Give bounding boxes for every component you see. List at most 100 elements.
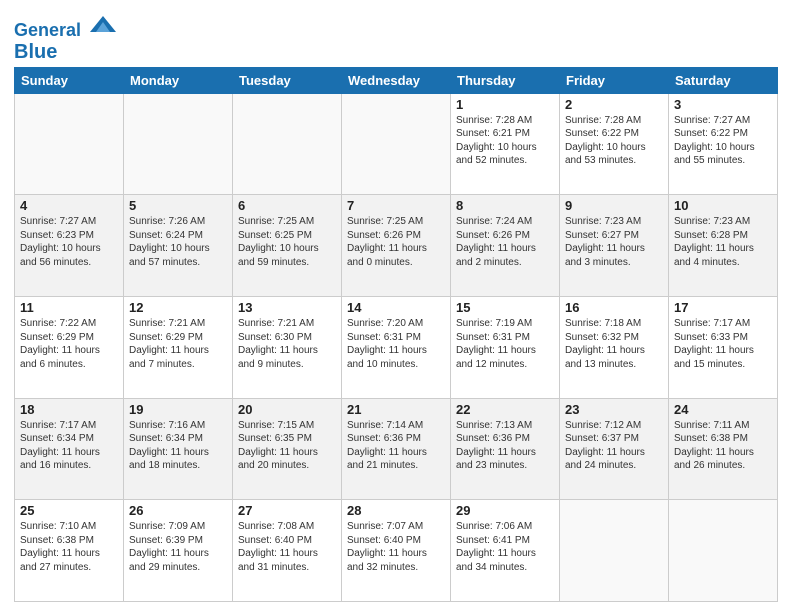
day-number: 5: [129, 198, 227, 213]
day-number: 10: [674, 198, 772, 213]
calendar-week-1: 1 Sunrise: 7:28 AM Sunset: 6:21 PM Daylig…: [15, 93, 778, 195]
page: General Blue SundayMondayTuesdayWednesda…: [0, 0, 792, 612]
header: General Blue: [14, 10, 778, 63]
calendar-header-saturday: Saturday: [669, 67, 778, 93]
day-info: Sunrise: 7:21 AM Sunset: 6:30 PM Dayligh…: [238, 317, 336, 371]
calendar-cell: [560, 500, 669, 602]
calendar-cell: 21 Sunrise: 7:14 AM Sunset: 6:36 PM Dayli…: [342, 398, 451, 500]
day-info: Sunrise: 7:14 AM Sunset: 6:36 PM Dayligh…: [347, 419, 445, 473]
day-info: Sunrise: 7:23 AM Sunset: 6:28 PM Dayligh…: [674, 215, 772, 269]
day-info: Sunrise: 7:12 AM Sunset: 6:37 PM Dayligh…: [565, 419, 663, 473]
calendar-header-wednesday: Wednesday: [342, 67, 451, 93]
calendar-header-tuesday: Tuesday: [233, 67, 342, 93]
day-number: 26: [129, 503, 227, 518]
day-info: Sunrise: 7:22 AM Sunset: 6:29 PM Dayligh…: [20, 317, 118, 371]
calendar-header-monday: Monday: [124, 67, 233, 93]
logo-icon: [88, 12, 118, 36]
day-info: Sunrise: 7:25 AM Sunset: 6:25 PM Dayligh…: [238, 215, 336, 269]
day-number: 24: [674, 402, 772, 417]
day-number: 1: [456, 97, 554, 112]
calendar-header-friday: Friday: [560, 67, 669, 93]
logo-general: General: [14, 20, 81, 40]
calendar-week-2: 4 Sunrise: 7:27 AM Sunset: 6:23 PM Daylig…: [15, 195, 778, 297]
day-number: 25: [20, 503, 118, 518]
day-number: 15: [456, 300, 554, 315]
calendar-week-5: 25 Sunrise: 7:10 AM Sunset: 6:38 PM Dayli…: [15, 500, 778, 602]
calendar-cell: 11 Sunrise: 7:22 AM Sunset: 6:29 PM Dayli…: [15, 297, 124, 399]
day-info: Sunrise: 7:23 AM Sunset: 6:27 PM Dayligh…: [565, 215, 663, 269]
day-info: Sunrise: 7:15 AM Sunset: 6:35 PM Dayligh…: [238, 419, 336, 473]
calendar-cell: 24 Sunrise: 7:11 AM Sunset: 6:38 PM Dayli…: [669, 398, 778, 500]
day-info: Sunrise: 7:27 AM Sunset: 6:23 PM Dayligh…: [20, 215, 118, 269]
calendar-cell: 17 Sunrise: 7:17 AM Sunset: 6:33 PM Dayli…: [669, 297, 778, 399]
calendar-cell: 26 Sunrise: 7:09 AM Sunset: 6:39 PM Dayli…: [124, 500, 233, 602]
day-info: Sunrise: 7:20 AM Sunset: 6:31 PM Dayligh…: [347, 317, 445, 371]
calendar-cell: 23 Sunrise: 7:12 AM Sunset: 6:37 PM Dayli…: [560, 398, 669, 500]
day-info: Sunrise: 7:21 AM Sunset: 6:29 PM Dayligh…: [129, 317, 227, 371]
calendar-cell: 15 Sunrise: 7:19 AM Sunset: 6:31 PM Dayli…: [451, 297, 560, 399]
day-number: 4: [20, 198, 118, 213]
calendar-cell: 1 Sunrise: 7:28 AM Sunset: 6:21 PM Daylig…: [451, 93, 560, 195]
day-number: 16: [565, 300, 663, 315]
calendar-cell: 6Sunrise: 7:25 AM Sunset: 6:25 PM Daylig…: [233, 195, 342, 297]
day-info: Sunrise: 7:16 AM Sunset: 6:34 PM Dayligh…: [129, 419, 227, 473]
day-number: 28: [347, 503, 445, 518]
calendar-cell: 8Sunrise: 7:24 AM Sunset: 6:26 PM Daylig…: [451, 195, 560, 297]
day-info: Sunrise: 7:09 AM Sunset: 6:39 PM Dayligh…: [129, 520, 227, 574]
calendar-cell: 4 Sunrise: 7:27 AM Sunset: 6:23 PM Daylig…: [15, 195, 124, 297]
day-number: 17: [674, 300, 772, 315]
calendar-cell: 22Sunrise: 7:13 AM Sunset: 6:36 PM Dayli…: [451, 398, 560, 500]
logo-text: General: [14, 14, 118, 41]
day-number: 11: [20, 300, 118, 315]
calendar-cell: 5Sunrise: 7:26 AM Sunset: 6:24 PM Daylig…: [124, 195, 233, 297]
day-number: 18: [20, 402, 118, 417]
day-number: 20: [238, 402, 336, 417]
calendar-cell: 13 Sunrise: 7:21 AM Sunset: 6:30 PM Dayli…: [233, 297, 342, 399]
day-info: Sunrise: 7:17 AM Sunset: 6:33 PM Dayligh…: [674, 317, 772, 371]
day-number: 21: [347, 402, 445, 417]
calendar-cell: 19Sunrise: 7:16 AM Sunset: 6:34 PM Dayli…: [124, 398, 233, 500]
day-info: Sunrise: 7:28 AM Sunset: 6:22 PM Dayligh…: [565, 114, 663, 168]
calendar-cell: 25 Sunrise: 7:10 AM Sunset: 6:38 PM Dayli…: [15, 500, 124, 602]
day-number: 22: [456, 402, 554, 417]
day-number: 23: [565, 402, 663, 417]
day-info: Sunrise: 7:10 AM Sunset: 6:38 PM Dayligh…: [20, 520, 118, 574]
calendar-cell: [233, 93, 342, 195]
calendar-cell: [342, 93, 451, 195]
day-info: Sunrise: 7:28 AM Sunset: 6:21 PM Dayligh…: [456, 114, 554, 168]
calendar-week-3: 11 Sunrise: 7:22 AM Sunset: 6:29 PM Dayli…: [15, 297, 778, 399]
day-number: 8: [456, 198, 554, 213]
calendar-cell: 9 Sunrise: 7:23 AM Sunset: 6:27 PM Daylig…: [560, 195, 669, 297]
calendar-cell: 18 Sunrise: 7:17 AM Sunset: 6:34 PM Dayli…: [15, 398, 124, 500]
day-info: Sunrise: 7:19 AM Sunset: 6:31 PM Dayligh…: [456, 317, 554, 371]
day-info: Sunrise: 7:17 AM Sunset: 6:34 PM Dayligh…: [20, 419, 118, 473]
day-number: 9: [565, 198, 663, 213]
calendar-cell: 2 Sunrise: 7:28 AM Sunset: 6:22 PM Daylig…: [560, 93, 669, 195]
day-number: 12: [129, 300, 227, 315]
logo: General Blue: [14, 14, 118, 63]
calendar-header-row: SundayMondayTuesdayWednesdayThursdayFrid…: [15, 67, 778, 93]
day-info: Sunrise: 7:27 AM Sunset: 6:22 PM Dayligh…: [674, 114, 772, 168]
calendar-cell: [15, 93, 124, 195]
day-number: 29: [456, 503, 554, 518]
day-info: Sunrise: 7:11 AM Sunset: 6:38 PM Dayligh…: [674, 419, 772, 473]
day-number: 2: [565, 97, 663, 112]
calendar-cell: 20 Sunrise: 7:15 AM Sunset: 6:35 PM Dayli…: [233, 398, 342, 500]
calendar-cell: 14Sunrise: 7:20 AM Sunset: 6:31 PM Dayli…: [342, 297, 451, 399]
calendar-cell: [124, 93, 233, 195]
day-number: 13: [238, 300, 336, 315]
calendar-cell: 28 Sunrise: 7:07 AM Sunset: 6:40 PM Dayli…: [342, 500, 451, 602]
calendar-cell: [669, 500, 778, 602]
day-info: Sunrise: 7:18 AM Sunset: 6:32 PM Dayligh…: [565, 317, 663, 371]
calendar-header-thursday: Thursday: [451, 67, 560, 93]
calendar-cell: 7Sunrise: 7:25 AM Sunset: 6:26 PM Daylig…: [342, 195, 451, 297]
day-info: Sunrise: 7:25 AM Sunset: 6:26 PM Dayligh…: [347, 215, 445, 269]
day-number: 3: [674, 97, 772, 112]
day-info: Sunrise: 7:07 AM Sunset: 6:40 PM Dayligh…: [347, 520, 445, 574]
day-number: 27: [238, 503, 336, 518]
calendar-cell: 29Sunrise: 7:06 AM Sunset: 6:41 PM Dayli…: [451, 500, 560, 602]
calendar-cell: 10 Sunrise: 7:23 AM Sunset: 6:28 PM Dayli…: [669, 195, 778, 297]
calendar-cell: 16 Sunrise: 7:18 AM Sunset: 6:32 PM Dayli…: [560, 297, 669, 399]
calendar-cell: 12 Sunrise: 7:21 AM Sunset: 6:29 PM Dayli…: [124, 297, 233, 399]
calendar-cell: 3 Sunrise: 7:27 AM Sunset: 6:22 PM Daylig…: [669, 93, 778, 195]
